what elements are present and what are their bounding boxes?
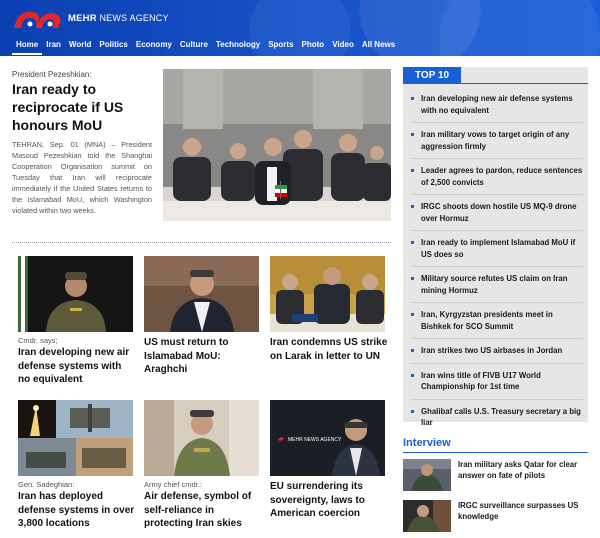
top10-item[interactable]: Iran wins title of FIVB U17 World Champi… bbox=[411, 370, 583, 400]
nav-technology[interactable]: Technology bbox=[212, 38, 264, 55]
interview-2-title[interactable]: IRGC surveillance surpasses US knowledge bbox=[458, 500, 588, 522]
card-4-photo[interactable] bbox=[18, 400, 133, 476]
nav-home[interactable]: Home bbox=[12, 38, 43, 55]
interview-heading[interactable]: Interview bbox=[403, 437, 451, 449]
bullet-icon bbox=[411, 349, 414, 352]
card-2-photo[interactable] bbox=[144, 256, 259, 332]
card-5-photo[interactable] bbox=[144, 400, 259, 476]
nav-sports[interactable]: Sports bbox=[264, 38, 297, 55]
interview-2-photo[interactable] bbox=[403, 500, 451, 532]
nav-culture[interactable]: Culture bbox=[176, 38, 212, 55]
nav-economy[interactable]: Economy bbox=[132, 38, 176, 55]
card-4-kicker: Gen. Sadeghian: bbox=[18, 480, 75, 489]
card-3-photo[interactable] bbox=[270, 256, 385, 332]
top10-item[interactable]: Military source refutes US claim on Iran… bbox=[411, 273, 583, 303]
top10-item[interactable]: Iran developing new air defense systems … bbox=[411, 93, 583, 123]
card-3-title[interactable]: Iran condemns US strike on Larak in lett… bbox=[270, 336, 388, 363]
interview-1-photo[interactable] bbox=[403, 459, 451, 491]
interview-rule bbox=[403, 452, 588, 453]
top10-item[interactable]: Iran strikes two US airbases in Jordan bbox=[411, 345, 583, 364]
top10-panel: TOP 10 Iran developing new air defense s… bbox=[403, 67, 588, 427]
nav-video[interactable]: Video bbox=[328, 38, 358, 55]
card-1-photo[interactable] bbox=[18, 256, 133, 332]
lead-summary: TEHRAN, Sep. 01 (MNA) – President Masoud… bbox=[12, 140, 152, 215]
bullet-icon bbox=[411, 373, 414, 377]
nav-world[interactable]: World bbox=[65, 38, 96, 55]
interview-1-title[interactable]: Iran military asks Qatar for clear answe… bbox=[458, 459, 588, 481]
bullet-icon bbox=[411, 409, 414, 413]
nav-politics[interactable]: Politics bbox=[95, 38, 131, 55]
card-6-watermark: MEHR NEWS AGENCY bbox=[288, 437, 342, 443]
section-divider bbox=[12, 242, 391, 243]
card-6-photo[interactable]: MEHR NEWS AGENCY bbox=[270, 400, 385, 476]
top10-item[interactable]: Iran, Kyrgyzstan presidents meet in Bish… bbox=[411, 309, 583, 339]
card-1-title[interactable]: Iran developing new air defense systems … bbox=[18, 346, 136, 387]
bullet-icon bbox=[411, 313, 414, 316]
nav-photo[interactable]: Photo bbox=[298, 38, 329, 55]
top10-item[interactable]: Iran ready to implement Islamabad MoU if… bbox=[411, 237, 583, 267]
site-header: MEHR NEWS AGENCY Home Iran World Politic… bbox=[0, 0, 600, 56]
lead-kicker: President Pezeshkian: bbox=[12, 70, 92, 79]
top10-rule bbox=[403, 83, 588, 84]
main-nav: Home Iran World Politics Economy Culture… bbox=[12, 38, 399, 55]
lead-photo[interactable] bbox=[163, 69, 391, 221]
bullet-icon bbox=[411, 241, 414, 244]
bullet-icon bbox=[411, 277, 414, 280]
top10-item[interactable]: Leader agrees to pardon, reduce sentence… bbox=[411, 165, 583, 195]
lead-headline[interactable]: Iran ready to reciprocate if US honours … bbox=[12, 80, 157, 134]
bullet-icon bbox=[411, 97, 414, 100]
card-5-title[interactable]: Air defense, symbol of self-reliance in … bbox=[144, 490, 262, 531]
brand-name: MEHR NEWS AGENCY bbox=[68, 13, 169, 24]
nav-all-news[interactable]: All News bbox=[358, 38, 399, 55]
top10-item[interactable]: Ghalibaf calls U.S. Treasury secretary a… bbox=[411, 406, 583, 435]
card-5-kicker: Army chief cmdr.: bbox=[144, 480, 202, 489]
card-6-title[interactable]: EU surrendering its sovereignty, laws to… bbox=[270, 480, 388, 521]
card-1-kicker: Cmdr. says; bbox=[18, 336, 58, 345]
nav-iran[interactable]: Iran bbox=[42, 38, 65, 55]
top10-heading: TOP 10 bbox=[403, 67, 462, 84]
top10-item[interactable]: IRGC shoots down hostile US MQ-9 drone o… bbox=[411, 201, 583, 231]
bullet-icon bbox=[411, 169, 414, 172]
top10-list: Iran developing new air defense systems … bbox=[411, 93, 583, 441]
mehr-logo[interactable] bbox=[12, 6, 64, 32]
bullet-icon bbox=[411, 205, 414, 208]
card-2-title[interactable]: US must return to Islamabad MoU: Araghch… bbox=[144, 336, 262, 377]
card-4-title[interactable]: Iran has deployed defense systems in ove… bbox=[18, 490, 136, 531]
top10-item[interactable]: Iran military vows to target origin of a… bbox=[411, 129, 583, 159]
bullet-icon bbox=[411, 133, 414, 136]
